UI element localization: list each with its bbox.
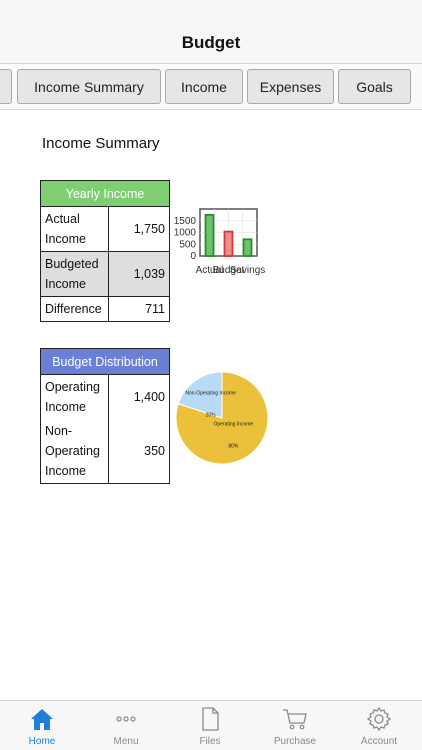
budget-distribution-table: Budget Distribution Operating Income 1,4… — [40, 348, 170, 484]
bottom-tab-bar: Home Menu Files Purchase Account — [0, 700, 422, 750]
page-title: Budget — [181, 33, 241, 52]
tab-label: Purchase — [273, 736, 317, 747]
yearly-income-table: Yearly Income Actual Income 1,750 Budget… — [40, 180, 170, 322]
y-tick-label: 0 — [190, 251, 196, 262]
tab-purchase[interactable]: Purchase — [253, 701, 337, 750]
tab-income-summary[interactable]: Income Summary — [17, 69, 161, 104]
actual-income-value: 1,750 — [108, 206, 170, 252]
tab-goals[interactable]: Goals — [338, 69, 411, 104]
tab-expenses[interactable]: Expenses — [247, 69, 334, 104]
y-tick-label: 500 — [179, 239, 196, 250]
difference-value: 711 — [108, 296, 170, 322]
table-row: Operating Income 1,400 — [40, 374, 170, 419]
nav-bar: Budget — [0, 0, 422, 64]
tab-home[interactable]: Home — [0, 701, 84, 750]
table-row: Difference 711 — [40, 296, 170, 322]
gear-icon — [337, 706, 421, 732]
tab-previous-overflow[interactable] — [0, 69, 12, 104]
difference-label: Difference — [40, 296, 109, 322]
non-operating-income-value: 350 — [108, 419, 170, 484]
pie-slice-name: Non-Operating Income — [185, 390, 236, 396]
table-row: Budgeted Income 1,039 — [40, 251, 170, 297]
section-title: Income Summary — [42, 135, 160, 152]
segment-tab-bar: Income Summary Income Expenses Goals — [0, 64, 422, 110]
tab-label: Home — [28, 736, 56, 747]
tab-account[interactable]: Account — [337, 701, 421, 750]
tab-label: Account — [360, 736, 398, 747]
non-operating-income-label: Non-Operating Income — [40, 419, 109, 484]
table-row: Non-Operating Income 350 — [40, 419, 170, 484]
operating-income-value: 1,400 — [108, 374, 170, 419]
actual-income-label: Actual Income — [40, 206, 109, 252]
bar — [204, 213, 215, 257]
pie-slice-label: 80% — [228, 444, 239, 450]
operating-income-label: Operating Income — [40, 374, 109, 419]
budgeted-income-label: Budgeted Income — [40, 251, 109, 297]
home-icon — [0, 706, 84, 732]
budgeted-income-value: 1,039 — [108, 251, 170, 297]
pie-slice-label: 20% — [206, 412, 217, 418]
pie-slice-name: Operating Income — [213, 422, 253, 428]
x-tick-label: Savings — [230, 265, 266, 276]
budget-pie-chart: Operating Income 80% Non-Operating Income 2… — [175, 371, 269, 465]
file-icon — [168, 706, 252, 732]
bar — [223, 230, 234, 257]
yearly-income-header: Yearly Income — [40, 180, 170, 207]
budget-distribution-header: Budget Distribution — [40, 348, 170, 375]
more-dots-icon — [84, 706, 168, 732]
tab-income[interactable]: Income — [165, 69, 243, 104]
y-tick-label: 1000 — [174, 228, 197, 239]
y-tick-label: 1500 — [174, 216, 197, 227]
tab-menu[interactable]: Menu — [84, 701, 168, 750]
table-row: Actual Income 1,750 — [40, 206, 170, 252]
income-bar-chart: 150010005000ActualBudgetSavings — [174, 208, 266, 276]
bar — [242, 238, 253, 257]
tab-label: Menu — [113, 736, 139, 747]
tab-label: Files — [199, 736, 221, 747]
cart-icon — [253, 706, 337, 732]
tab-files[interactable]: Files — [168, 701, 252, 750]
